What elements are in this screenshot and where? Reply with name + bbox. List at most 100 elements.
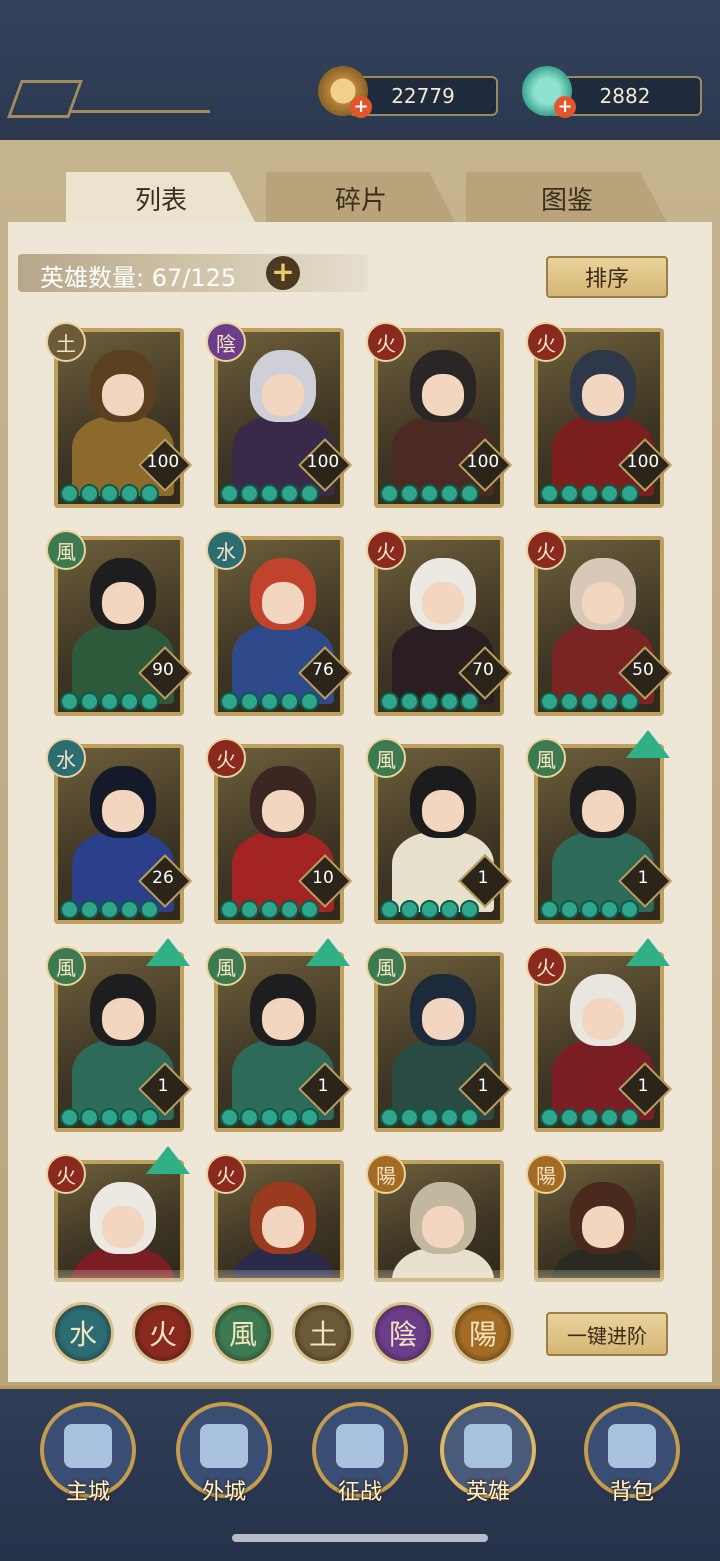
outer-city-icon [200, 1424, 248, 1468]
star-icon [560, 1108, 579, 1127]
star-icon [380, 484, 399, 503]
element-badge: 陰 [206, 322, 246, 362]
star-icon [140, 900, 159, 919]
star-icon [60, 692, 79, 711]
star-icon [140, 484, 159, 503]
hero-portrait-face [422, 998, 464, 1040]
add-hero-slots-button[interactable]: + [266, 256, 300, 290]
nav-main-city-label: 主城 [65, 1480, 110, 1505]
hero-portrait-face [262, 790, 304, 832]
element-badge: 火 [366, 530, 406, 570]
upgrade-arrow-icon [306, 938, 350, 966]
element-filter-button[interactable]: 火 [132, 1302, 194, 1364]
element-filter-button[interactable]: 水 [52, 1302, 114, 1364]
add-jade-button[interactable]: + [554, 96, 576, 118]
tab-list[interactable]: 列表 [66, 172, 256, 224]
logo-underline [70, 110, 210, 113]
star-icon [80, 484, 99, 503]
element-badge: 風 [206, 946, 246, 986]
star-icon [460, 900, 479, 919]
star-icon [580, 900, 599, 919]
star-icon [580, 692, 599, 711]
element-filter-button[interactable]: 陰 [372, 1302, 434, 1364]
home-indicator [232, 1534, 488, 1542]
hero-portrait-face [422, 790, 464, 832]
star-icon [60, 900, 79, 919]
element-badge: 水 [46, 738, 86, 778]
element-filter-button[interactable]: 風 [212, 1302, 274, 1364]
star-icon [260, 900, 279, 919]
element-filter-button[interactable]: 土 [292, 1302, 354, 1364]
star-icon [600, 484, 619, 503]
star-icon [440, 692, 459, 711]
hero-level: 1 [317, 1076, 329, 1096]
hero-portrait-face [582, 998, 624, 1040]
star-icon [580, 484, 599, 503]
star-icon [540, 1108, 559, 1127]
star-icon [100, 1108, 119, 1127]
element-badge: 風 [526, 738, 566, 778]
bag-icon [608, 1424, 656, 1468]
jade-value: 2882 [599, 84, 651, 108]
star-icon [80, 1108, 99, 1127]
hero-level: 70 [472, 660, 494, 680]
star-icon [300, 484, 319, 503]
star-icon [400, 484, 419, 503]
nav-heroes-label: 英雄 [465, 1480, 510, 1505]
add-coins-button[interactable]: + [350, 96, 372, 118]
hero-level: 1 [477, 1076, 489, 1096]
element-badge: 風 [46, 530, 86, 570]
hero-portrait-face [102, 790, 144, 832]
sort-button[interactable]: 排序 [546, 256, 668, 298]
element-badge: 水 [206, 530, 246, 570]
hero-icon [464, 1424, 512, 1468]
star-row [60, 692, 159, 712]
upgrade-arrow-icon [146, 938, 190, 966]
star-icon [620, 900, 639, 919]
hero-portrait-face [582, 374, 624, 416]
hero-level: 10 [312, 868, 334, 888]
star-icon [120, 1108, 139, 1127]
star-icon [100, 900, 119, 919]
star-icon [600, 1108, 619, 1127]
star-icon [80, 900, 99, 919]
tab-fragments-label: 碎片 [334, 185, 387, 216]
star-icon [120, 900, 139, 919]
hero-level: 26 [152, 868, 174, 888]
hero-portrait-face [582, 790, 624, 832]
element-badge: 陽 [366, 1154, 406, 1194]
star-icon [280, 484, 299, 503]
star-icon [400, 1108, 419, 1127]
star-icon [60, 484, 79, 503]
hero-portrait-face [422, 374, 464, 416]
star-icon [260, 1108, 279, 1127]
star-icon [140, 692, 159, 711]
star-icon [420, 484, 439, 503]
tab-fragments[interactable]: 碎片 [266, 172, 456, 224]
element-badge: 火 [526, 946, 566, 986]
main-city-icon [64, 1424, 112, 1468]
hero-level: 1 [477, 868, 489, 888]
star-icon [380, 900, 399, 919]
hero-portrait-face [582, 1206, 624, 1248]
element-filter-button[interactable]: 陽 [452, 1302, 514, 1364]
hero-portrait-face [422, 1206, 464, 1248]
tab-codex[interactable]: 图鉴 [466, 172, 668, 224]
hero-portrait-face [582, 582, 624, 624]
element-badge: 火 [526, 530, 566, 570]
star-icon [560, 692, 579, 711]
star-icon [60, 1108, 79, 1127]
star-icon [100, 692, 119, 711]
star-row [220, 692, 319, 712]
hero-portrait-face [262, 374, 304, 416]
star-row [380, 692, 479, 712]
star-icon [400, 900, 419, 919]
one-click-advance-button[interactable]: 一键进阶 [546, 1312, 668, 1356]
hero-level: 1 [637, 868, 649, 888]
star-row [540, 692, 639, 712]
hero-count-label: 英雄数量: 67/125 [40, 264, 237, 292]
star-icon [440, 1108, 459, 1127]
star-row [220, 900, 319, 920]
star-icon [120, 484, 139, 503]
upgrade-arrow-icon [146, 1146, 190, 1174]
